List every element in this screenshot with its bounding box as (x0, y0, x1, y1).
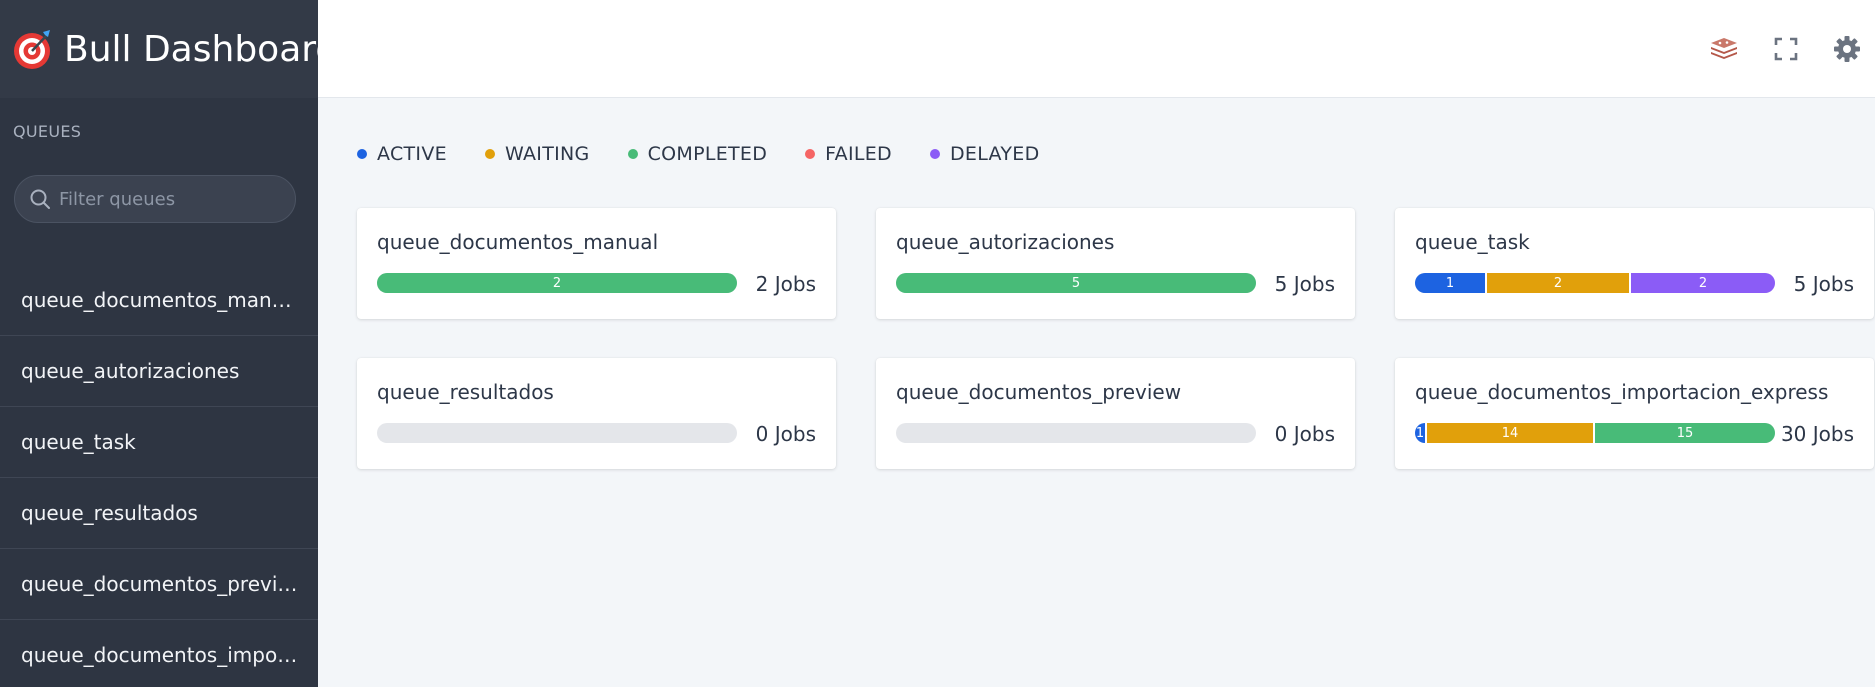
legend-dot (627, 149, 638, 159)
sidebar-item-queue[interactable]: queue_documentos_manual (0, 264, 318, 335)
queue-status-bar (377, 423, 737, 443)
queue-job-count: 30 Jobs (1780, 422, 1854, 446)
legend-dot (929, 149, 940, 159)
status-segment-active: 1 (1415, 423, 1427, 443)
queues-section-label: QUEUES (13, 122, 82, 141)
status-segment-completed: 5 (896, 273, 1256, 293)
legend-label: ACTIVE (377, 143, 447, 165)
queue-card[interactable]: queue_resultados 0 Jobs (357, 358, 836, 469)
queue-job-count: 5 Jobs (1793, 272, 1854, 296)
queue-list: queue_documentos_manual queue_autorizaci… (0, 264, 318, 687)
queue-card[interactable]: queue_documentos_manual 2 2 Jobs (357, 208, 836, 319)
queue-card-title: queue_documentos_manual (377, 230, 659, 254)
legend-item-active: ACTIVE (357, 143, 447, 165)
queue-status-bar: 5 (896, 273, 1256, 293)
queue-status-bar: 1 14 15 (1415, 423, 1775, 443)
status-segment-completed: 2 (377, 273, 737, 293)
sidebar-item-queue[interactable]: queue_documentos_preview (0, 548, 318, 619)
queue-card-title: queue_autorizaciones (896, 230, 1115, 254)
redis-icon[interactable] (1708, 33, 1740, 65)
legend-dot (805, 149, 816, 159)
legend-item-waiting: WAITING (484, 143, 590, 165)
queue-job-count: 5 Jobs (1274, 272, 1335, 296)
queue-status-bar: 2 (377, 273, 737, 293)
queue-status-bar (896, 423, 1256, 443)
queue-card-title: queue_documentos_importacion_express (1415, 380, 1829, 404)
queue-job-count: 0 Jobs (755, 422, 816, 446)
status-segment-waiting: 14 (1427, 423, 1595, 443)
legend-item-failed: FAILED (805, 143, 892, 165)
status-segment-active: 1 (1415, 273, 1487, 293)
sidebar-item-queue[interactable]: queue_autorizaciones (0, 335, 318, 406)
legend-label: WAITING (504, 143, 590, 165)
queue-card[interactable]: queue_documentos_importacion_express 1 14… (1395, 358, 1874, 469)
legend-label: DELAYED (949, 143, 1040, 165)
legend-item-completed: COMPLETED (627, 143, 768, 165)
sidebar-item-label: queue_autorizaciones (21, 359, 240, 383)
queue-filter-input[interactable] (59, 188, 289, 210)
queue-card-title: queue_documentos_preview (896, 380, 1182, 404)
target-logo-icon[interactable] (10, 27, 54, 71)
queue-job-count: 0 Jobs (1274, 422, 1335, 446)
sidebar: Bull Dashboard QUEUES queue_documentos_m… (0, 0, 338, 687)
sidebar-item-label: queue_documentos_preview (21, 572, 302, 596)
sidebar-item-label: queue_documentos_manual (21, 287, 302, 312)
queue-job-count: 2 Jobs (755, 272, 816, 296)
queue-card[interactable]: queue_task 122 5 Jobs (1395, 208, 1874, 319)
legend-label: FAILED (825, 143, 892, 165)
status-segment-completed: 15 (1595, 423, 1775, 443)
fullscreen-icon[interactable] (1770, 33, 1802, 65)
queue-card-title: queue_resultados (377, 380, 554, 404)
sidebar-item-label: queue_resultados (21, 501, 198, 525)
queue-filter[interactable] (14, 175, 296, 223)
status-segment-waiting: 2 (1487, 273, 1631, 293)
status-segment-delayed: 2 (1631, 273, 1775, 293)
sidebar-item-queue[interactable]: queue_task (0, 406, 318, 477)
queue-status-bar: 122 (1415, 273, 1775, 293)
queue-card[interactable]: queue_autorizaciones 5 5 Jobs (876, 208, 1355, 319)
legend-item-delayed: DELAYED (929, 143, 1040, 165)
sidebar-item-label: queue_task (21, 430, 136, 454)
gear-icon[interactable] (1831, 33, 1863, 65)
app-title: Bull Dashboard (64, 28, 339, 70)
search-icon (29, 188, 51, 210)
top-bar (318, 0, 1875, 98)
sidebar-item-queue[interactable]: queue_documentos_import… (0, 619, 318, 687)
queue-card-title: queue_task (1415, 230, 1530, 254)
status-legend: ACTIVE WAITING COMPLETED FAILED DELAYED (357, 143, 1078, 165)
sidebar-item-queue[interactable]: queue_resultados (0, 477, 318, 548)
legend-dot (357, 149, 367, 159)
sidebar-header: Bull Dashboard (0, 0, 338, 98)
queue-card[interactable]: queue_documentos_preview 0 Jobs (876, 358, 1355, 469)
legend-label: COMPLETED (647, 143, 768, 165)
legend-dot (484, 149, 495, 159)
sidebar-item-label: queue_documentos_import… (21, 643, 302, 667)
